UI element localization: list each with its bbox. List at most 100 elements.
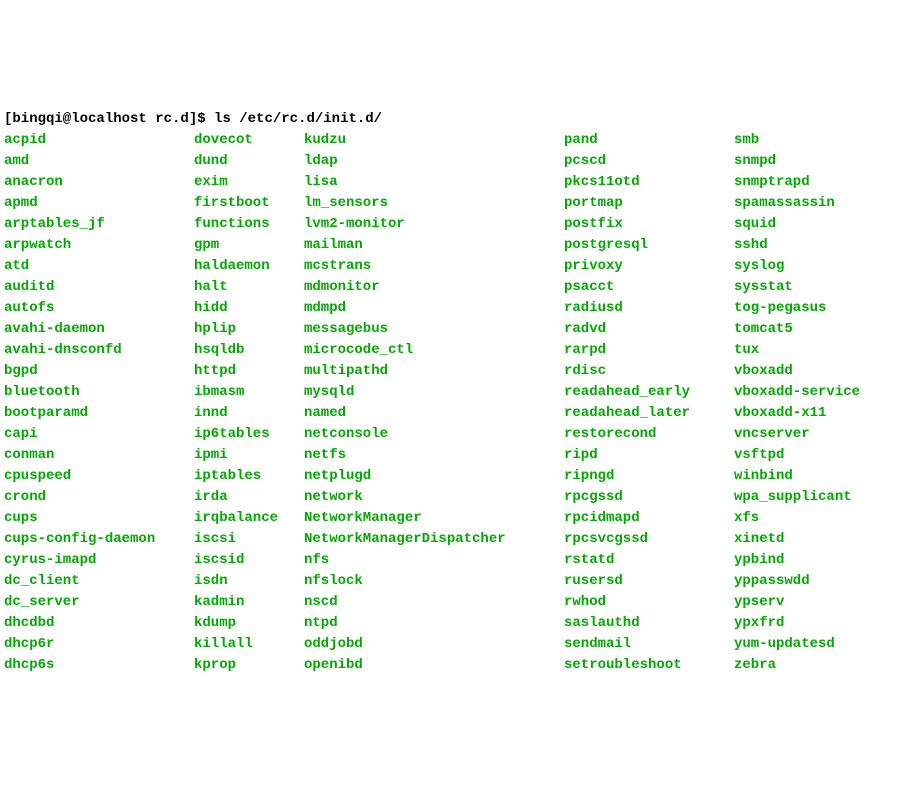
file-entry: snmpd — [734, 151, 860, 172]
file-entry: cyrus-imapd — [4, 550, 194, 571]
file-entry: dhcp6r — [4, 634, 194, 655]
file-entry: dc_client — [4, 571, 194, 592]
file-entry: cups — [4, 508, 194, 529]
file-entry: hsqldb — [194, 340, 304, 361]
file-entry: dhcp6s — [4, 655, 194, 676]
file-entry: rstatd — [564, 550, 734, 571]
file-entry: haldaemon — [194, 256, 304, 277]
file-entry: acpid — [4, 130, 194, 151]
file-entry: nfslock — [304, 571, 564, 592]
file-entry: mcstrans — [304, 256, 564, 277]
file-entry: xfs — [734, 508, 860, 529]
file-entry: kprop — [194, 655, 304, 676]
file-entry: kudzu — [304, 130, 564, 151]
file-entry: dund — [194, 151, 304, 172]
file-entry: snmptrapd — [734, 172, 860, 193]
file-entry: irda — [194, 487, 304, 508]
file-entry: cpuspeed — [4, 466, 194, 487]
file-entry: rwhod — [564, 592, 734, 613]
file-entry: psacct — [564, 277, 734, 298]
prompt-user-host: [bingqi@localhost rc.d]$ — [4, 111, 206, 127]
file-entry: messagebus — [304, 319, 564, 340]
file-entry: ripngd — [564, 466, 734, 487]
file-entry: mysqld — [304, 382, 564, 403]
file-entry: bootparamd — [4, 403, 194, 424]
file-entry: arpwatch — [4, 235, 194, 256]
ls-output: acpidamdanacronapmdarptables_jfarpwatcha… — [4, 130, 910, 676]
file-entry: vsftpd — [734, 445, 860, 466]
file-entry: netconsole — [304, 424, 564, 445]
file-entry: dhcdbd — [4, 613, 194, 634]
file-entry: hplip — [194, 319, 304, 340]
file-entry: atd — [4, 256, 194, 277]
file-entry: kadmin — [194, 592, 304, 613]
file-entry: capi — [4, 424, 194, 445]
ls-column-5: smbsnmpdsnmptrapdspamassassinsquidsshdsy… — [734, 130, 860, 676]
shell-prompt: [bingqi@localhost rc.d]$ ls /etc/rc.d/in… — [4, 111, 382, 127]
ls-column-3: kudzuldaplisalm_sensorslvm2-monitormailm… — [304, 130, 564, 676]
file-entry: microcode_ctl — [304, 340, 564, 361]
file-entry: autofs — [4, 298, 194, 319]
file-entry: innd — [194, 403, 304, 424]
file-entry: multipathd — [304, 361, 564, 382]
file-entry: cups-config-daemon — [4, 529, 194, 550]
file-entry: conman — [4, 445, 194, 466]
ls-column-2: dovecotdundeximfirstbootfunctionsgpmhald… — [194, 130, 304, 676]
file-entry: rdisc — [564, 361, 734, 382]
file-entry: rarpd — [564, 340, 734, 361]
file-entry: restorecond — [564, 424, 734, 445]
file-entry: tomcat5 — [734, 319, 860, 340]
file-entry: arptables_jf — [4, 214, 194, 235]
file-entry: yppasswdd — [734, 571, 860, 592]
file-entry: ibmasm — [194, 382, 304, 403]
file-entry: tog-pegasus — [734, 298, 860, 319]
file-entry: radiusd — [564, 298, 734, 319]
file-entry: iscsid — [194, 550, 304, 571]
file-entry: pkcs11otd — [564, 172, 734, 193]
file-entry: ntpd — [304, 613, 564, 634]
file-entry: sendmail — [564, 634, 734, 655]
file-entry: avahi-daemon — [4, 319, 194, 340]
file-entry: vboxadd-x11 — [734, 403, 860, 424]
file-entry: NetworkManagerDispatcher — [304, 529, 564, 550]
file-entry: irqbalance — [194, 508, 304, 529]
ls-column-4: pandpcscdpkcs11otdportmappostfixpostgres… — [564, 130, 734, 676]
file-entry: named — [304, 403, 564, 424]
file-entry: vncserver — [734, 424, 860, 445]
file-entry: lisa — [304, 172, 564, 193]
file-entry: NetworkManager — [304, 508, 564, 529]
file-entry: iscsi — [194, 529, 304, 550]
file-entry: spamassassin — [734, 193, 860, 214]
file-entry: dovecot — [194, 130, 304, 151]
file-entry: bluetooth — [4, 382, 194, 403]
file-entry: dc_server — [4, 592, 194, 613]
file-entry: mailman — [304, 235, 564, 256]
file-entry: isdn — [194, 571, 304, 592]
file-entry: portmap — [564, 193, 734, 214]
file-entry: gpm — [194, 235, 304, 256]
file-entry: killall — [194, 634, 304, 655]
file-entry: readahead_early — [564, 382, 734, 403]
file-entry: netfs — [304, 445, 564, 466]
file-entry: exim — [194, 172, 304, 193]
file-entry: halt — [194, 277, 304, 298]
file-entry: smb — [734, 130, 860, 151]
file-entry: saslauthd — [564, 613, 734, 634]
file-entry: avahi-dnsconfd — [4, 340, 194, 361]
file-entry: setroubleshoot — [564, 655, 734, 676]
file-entry: postgresql — [564, 235, 734, 256]
file-entry: nscd — [304, 592, 564, 613]
file-entry: httpd — [194, 361, 304, 382]
file-entry: vboxadd-service — [734, 382, 860, 403]
file-entry: rusersd — [564, 571, 734, 592]
file-entry: iptables — [194, 466, 304, 487]
ls-column-1: acpidamdanacronapmdarptables_jfarpwatcha… — [4, 130, 194, 676]
file-entry: netplugd — [304, 466, 564, 487]
file-entry: postfix — [564, 214, 734, 235]
file-entry: privoxy — [564, 256, 734, 277]
file-entry: ripd — [564, 445, 734, 466]
file-entry: winbind — [734, 466, 860, 487]
file-entry: anacron — [4, 172, 194, 193]
file-entry: apmd — [4, 193, 194, 214]
file-entry: oddjobd — [304, 634, 564, 655]
